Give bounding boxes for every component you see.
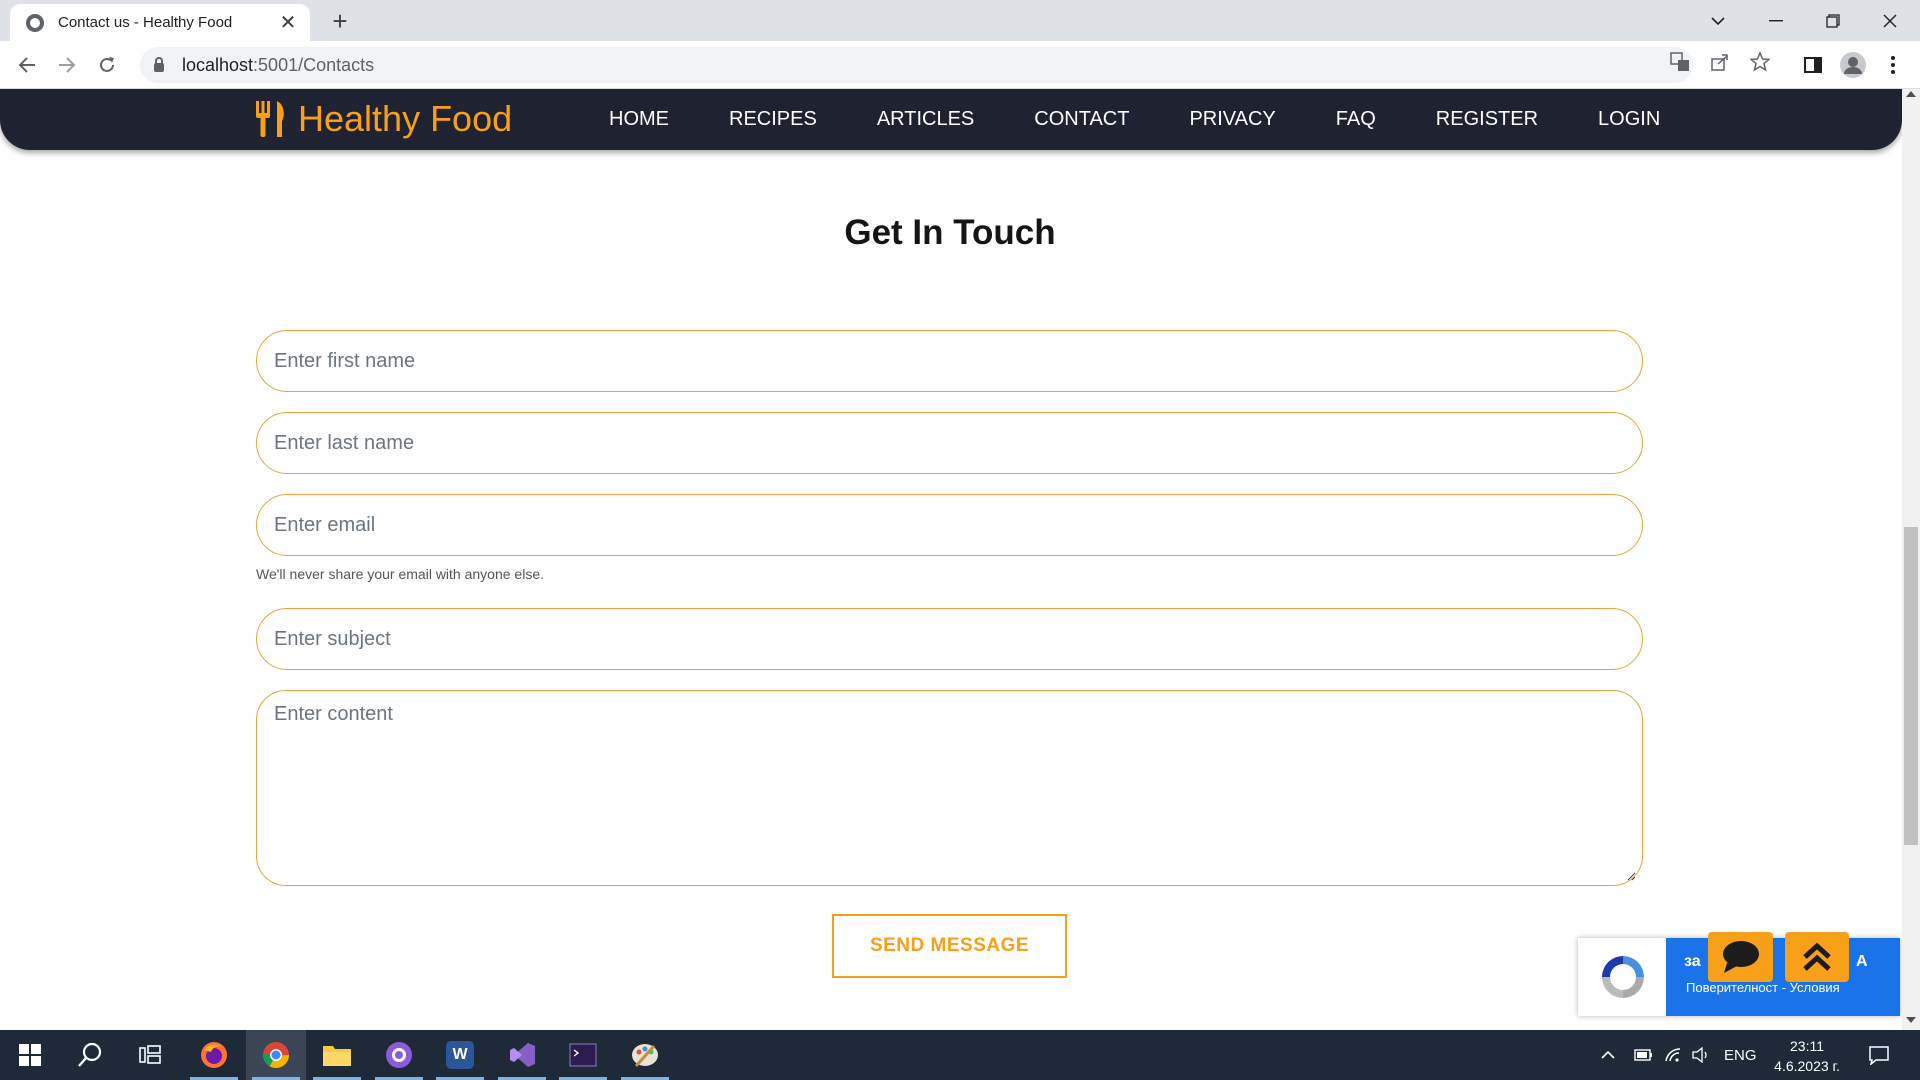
chat-bubble-icon: [1722, 941, 1759, 973]
browser-tab-active[interactable]: Contact us - Healthy Food ✕: [10, 4, 310, 41]
search-button[interactable]: [60, 1030, 120, 1080]
word-icon: W: [446, 1041, 474, 1069]
taskbar-file-explorer[interactable]: [307, 1030, 367, 1080]
recaptcha-text-end: A: [1856, 953, 1868, 970]
nav-item-privacy[interactable]: PRIVACY: [1189, 108, 1275, 131]
visual-studio-icon: [510, 1043, 535, 1067]
notification-center-button[interactable]: [1850, 1030, 1908, 1080]
first-name-input[interactable]: Enter first name: [256, 330, 1643, 392]
recaptcha-info-panel: за A Поверителност - Условия: [1666, 938, 1900, 1016]
reload-icon[interactable]: [92, 50, 122, 80]
nav-item-login[interactable]: LOGIN: [1598, 108, 1660, 131]
main-nav: HOME RECIPES ARTICLES CONTACT PRIVACY FA…: [609, 89, 1720, 150]
profile-avatar-icon[interactable]: [1838, 50, 1868, 80]
email-hint-text: We'll never share your email with anyone…: [256, 566, 544, 582]
nav-item-recipes[interactable]: RECIPES: [729, 108, 817, 131]
translate-icon[interactable]: [1667, 52, 1693, 78]
last-name-input[interactable]: Enter last name: [256, 412, 1643, 474]
nav-item-register[interactable]: REGISTER: [1436, 108, 1538, 131]
clock-time: 23:11: [1790, 1038, 1824, 1054]
close-window-icon[interactable]: [1862, 0, 1918, 41]
scroll-to-top-button[interactable]: [1785, 932, 1849, 982]
tab-search-icon[interactable]: [1690, 0, 1746, 41]
restore-icon[interactable]: [1805, 0, 1861, 41]
page-title: Get In Touch: [844, 213, 1056, 252]
taskbar-word[interactable]: W: [430, 1030, 490, 1080]
chrome-icon: [262, 1042, 290, 1069]
language-indicator[interactable]: ENG: [1724, 1047, 1757, 1064]
share-icon[interactable]: [1707, 52, 1733, 78]
firefox-icon: [201, 1042, 227, 1068]
paint-palette-icon: [632, 1044, 658, 1068]
scroll-thumb[interactable]: [1904, 527, 1918, 845]
address-bar[interactable]: localhost:5001/Contacts: [140, 47, 1771, 83]
subject-input[interactable]: Enter subject: [256, 608, 1643, 670]
site-navbar: Healthy Food HOME RECIPES ARTICLES CONTA…: [0, 89, 1902, 150]
page-viewport: Healthy Food HOME RECIPES ARTICLES CONTA…: [0, 89, 1920, 1030]
task-view-button[interactable]: [120, 1030, 180, 1080]
clock-date: 4.6.2023 г.: [1774, 1058, 1840, 1074]
chevron-up-icon[interactable]: [1600, 1050, 1616, 1060]
bookmark-star-icon[interactable]: [1747, 51, 1773, 78]
globe-icon: [26, 13, 44, 32]
scroll-down-arrow-icon[interactable]: [1906, 1017, 1916, 1023]
taskbar-firefox[interactable]: [184, 1030, 244, 1080]
email-input[interactable]: Enter email: [256, 494, 1643, 556]
github-icon: [386, 1042, 412, 1068]
task-view-icon: [139, 1045, 161, 1064]
taskbar-chrome[interactable]: [246, 1030, 306, 1080]
start-button[interactable]: [0, 1030, 60, 1080]
scroll-up-arrow-icon[interactable]: [1906, 91, 1916, 97]
taskbar-visual-studio[interactable]: [492, 1030, 552, 1080]
taskbar-paint[interactable]: [615, 1030, 675, 1080]
fork-knife-icon: [254, 99, 288, 139]
brand-logo[interactable]: Healthy Food: [254, 98, 512, 140]
browser-toolbar: localhost:5001/Contacts: [0, 41, 1920, 89]
tab-close-icon[interactable]: ✕: [278, 13, 298, 33]
resize-grip-icon[interactable]: [1626, 871, 1636, 881]
send-message-button[interactable]: SEND MESSAGE: [832, 914, 1067, 978]
nav-item-faq[interactable]: FAQ: [1336, 108, 1376, 131]
windows-logo-icon: [19, 1044, 41, 1066]
url-text: localhost:5001/Contacts: [182, 54, 375, 75]
kebab-menu-icon[interactable]: [1878, 50, 1908, 80]
folder-icon: [323, 1046, 351, 1066]
volume-icon[interactable]: [1692, 1047, 1710, 1063]
taskbar-clock[interactable]: 23:11 4.6.2023 г.: [1772, 1036, 1842, 1076]
forward-arrow-icon[interactable]: [52, 50, 82, 80]
side-panel-icon[interactable]: [1798, 50, 1828, 80]
brand-name: Healthy Food: [298, 98, 513, 139]
chat-button[interactable]: [1708, 932, 1773, 982]
page-scrollbar[interactable]: [1902, 89, 1920, 1030]
content-placeholder: Enter content: [274, 703, 393, 725]
minimize-icon[interactable]: [1748, 0, 1804, 41]
wifi-icon[interactable]: [1664, 1047, 1682, 1063]
battery-icon[interactable]: [1634, 1048, 1654, 1062]
tab-title: Contact us - Healthy Food: [58, 14, 233, 31]
nav-item-articles[interactable]: ARTICLES: [877, 108, 974, 131]
browser-tab-strip: Contact us - Healthy Food ✕ +: [0, 0, 1920, 41]
double-chevron-up-icon: [1803, 942, 1831, 971]
notification-icon: [1869, 1046, 1889, 1065]
recaptcha-privacy-terms[interactable]: Поверителност - Условия: [1686, 980, 1840, 995]
windows-taskbar: W ENG 23:11 4.6.2023 г.: [0, 1030, 1920, 1080]
nav-item-home[interactable]: HOME: [609, 108, 669, 131]
terminal-icon: [569, 1043, 597, 1067]
content-textarea[interactable]: Enter content: [256, 690, 1643, 886]
recaptcha-text-start: за: [1684, 953, 1701, 970]
back-arrow-icon[interactable]: [12, 50, 42, 80]
system-tray: ENG: [1600, 1030, 1757, 1080]
recaptcha-logo-icon: [1602, 956, 1644, 998]
new-tab-button[interactable]: +: [325, 6, 355, 36]
lock-icon[interactable]: [154, 56, 164, 72]
taskbar-github-desktop[interactable]: [369, 1030, 429, 1080]
nav-item-contact[interactable]: CONTACT: [1034, 108, 1129, 131]
search-icon: [78, 1042, 102, 1067]
taskbar-terminal[interactable]: [553, 1030, 613, 1080]
